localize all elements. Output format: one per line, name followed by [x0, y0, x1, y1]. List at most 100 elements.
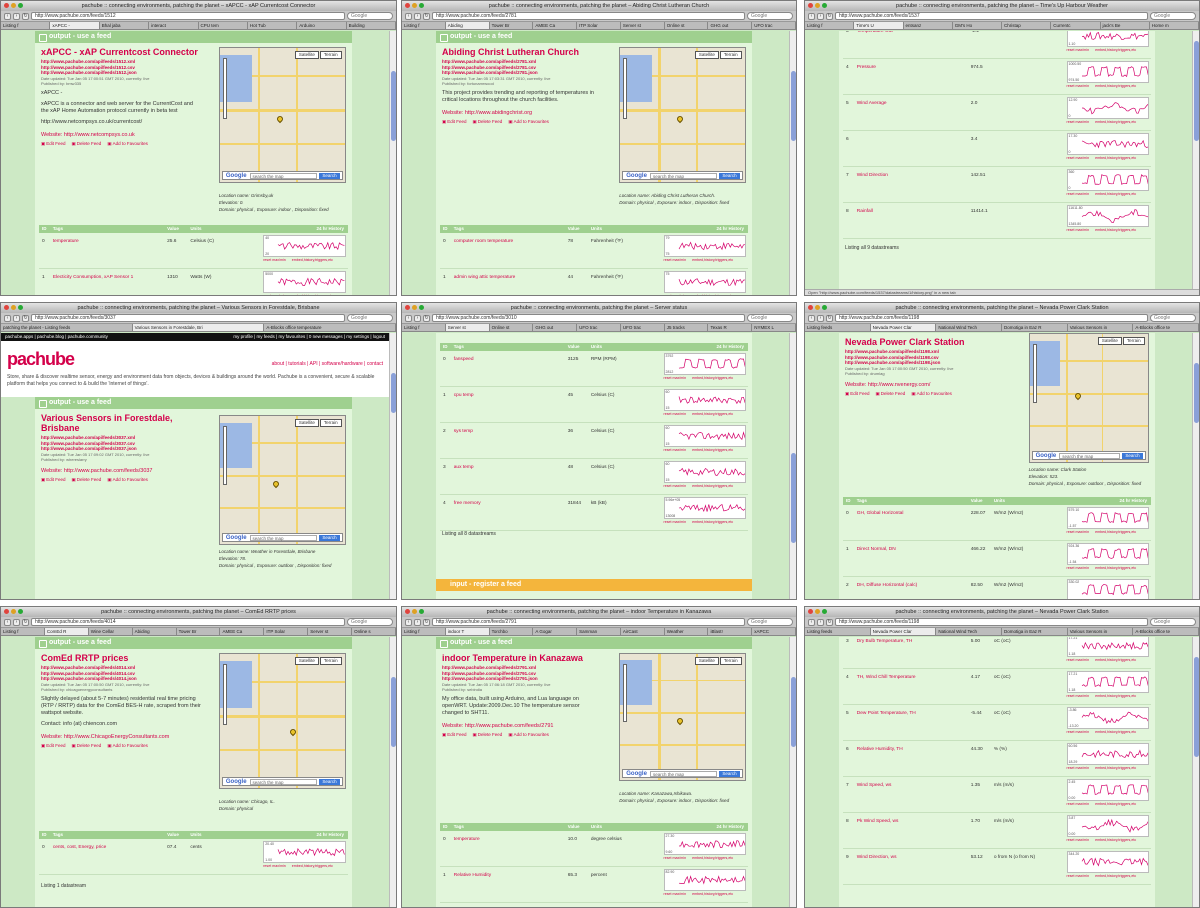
map-search-button[interactable]: Search	[719, 770, 740, 777]
map-terrain-button[interactable]: Terrain	[319, 419, 342, 427]
browser-tab[interactable]: Listing f	[1, 22, 51, 29]
map-zoom-control[interactable]	[623, 58, 628, 120]
close-icon[interactable]	[405, 305, 410, 310]
scrollbar-thumb[interactable]	[1194, 363, 1199, 423]
browser-tab[interactable]: Tower Br	[489, 22, 534, 29]
browser-tab[interactable]: National Wind Tech	[936, 628, 1003, 635]
website-link[interactable]: http://www.pachube.com/feeds/2791	[465, 723, 554, 729]
history-sparkline[interactable]: 75	[663, 271, 746, 293]
edit-icon[interactable]: ▣	[41, 141, 45, 146]
favourite-icon[interactable]: ▣	[911, 391, 915, 396]
vertical-scrollbar[interactable]	[1192, 637, 1199, 907]
browser-tab[interactable]: jack's Be	[1100, 22, 1150, 29]
cell-tag[interactable]: Wind Speed, ws	[854, 777, 968, 812]
history-sparkline[interactable]: 924.36 -1.54	[1066, 543, 1149, 565]
edit-feed-link[interactable]: Edit Feed	[46, 743, 65, 748]
edit-icon[interactable]: ▣	[442, 119, 446, 124]
history-sparkline[interactable]: 2.45 0.00	[1066, 779, 1149, 801]
address-bar[interactable]: http://www.pachube.com/feeds/4014	[31, 618, 345, 626]
cell-tag[interactable]: Relative Humidity, TH	[854, 741, 968, 776]
sparkline-links[interactable]: reset max/min embed,history,triggers,etc	[664, 448, 734, 452]
browser-tab[interactable]: Tower Br	[176, 628, 221, 635]
browser-tab[interactable]: interact	[149, 22, 199, 29]
map-satellite-button[interactable]: Satellite	[294, 419, 319, 427]
zoom-icon[interactable]	[419, 3, 424, 8]
cell-tag[interactable]: Pressure	[854, 59, 968, 94]
browser-tab[interactable]: Online st	[664, 22, 709, 29]
back-icon[interactable]: ‹	[808, 618, 815, 626]
map-search-input[interactable]: search the map	[649, 770, 718, 777]
address-bar[interactable]: http://www.pachube.com/feeds/1512	[31, 12, 345, 20]
sparkline-links[interactable]: reset max/min embed,history,triggers,etc	[1067, 530, 1137, 534]
map-zoom-control[interactable]	[623, 664, 628, 722]
website-link[interactable]: http://www.pachube.com/feeds/3037	[64, 468, 153, 474]
scrollbar-thumb[interactable]	[1194, 41, 1199, 141]
history-sparkline[interactable]: 3792 2812	[663, 353, 746, 375]
forward-icon[interactable]: ›	[13, 12, 20, 20]
close-icon[interactable]	[4, 305, 9, 310]
sparkline-links[interactable]: reset max/min embed,history,triggers,etc	[1067, 48, 1137, 52]
browser-tab[interactable]: Abiding	[132, 628, 177, 635]
forward-icon[interactable]: ›	[817, 12, 824, 20]
minimize-icon[interactable]	[11, 305, 16, 310]
feed-location-map[interactable]: Satellite Terrain Google search the map Sear…	[619, 47, 746, 183]
browser-tab[interactable]: NYMEX L	[752, 324, 796, 331]
cell-tag[interactable]: Pk Wind Speed, ws	[854, 813, 968, 848]
back-icon[interactable]: ‹	[808, 12, 815, 20]
website-link[interactable]: http://www.abidingchrist.org	[465, 110, 532, 116]
map-search-input[interactable]: search the map	[649, 172, 718, 179]
edit-icon[interactable]: ▣	[41, 477, 45, 482]
browser-tab[interactable]: National Wind Tech	[936, 324, 1003, 331]
browser-tab[interactable]: Bhal jaba	[99, 22, 150, 29]
feed-location-map[interactable]: Satellite Terrain Google search the map Sear…	[218, 653, 346, 789]
history-sparkline[interactable]: 17.21 1.18	[1066, 671, 1149, 693]
browser-tab[interactable]: xAPCC	[752, 628, 796, 635]
browser-tab[interactable]: Listing feeds	[805, 324, 871, 331]
map-satellite-button[interactable]: Satellite	[694, 657, 719, 665]
scrollbar-thumb[interactable]	[791, 677, 796, 747]
website-link[interactable]: http://www.nvenergy.com/	[868, 382, 931, 388]
sparkline-links[interactable]: reset max/min embed,history,triggers,etc	[664, 856, 734, 860]
browser-tab[interactable]: Server st	[620, 22, 665, 29]
browser-tab[interactable]: Various Sensors in	[1067, 324, 1134, 331]
feed-location-map[interactable]: Satellite Terrain Google search the map Sear…	[218, 415, 346, 545]
forward-icon[interactable]: ›	[414, 314, 421, 322]
vertical-scrollbar[interactable]	[789, 333, 796, 599]
sparkline-links[interactable]: reset max/min embed,history,triggers,etc	[664, 258, 734, 262]
address-bar[interactable]: http://www.pachube.com/feeds/1198	[835, 618, 1148, 626]
browser-tab[interactable]: A-Blocks office te	[1133, 324, 1199, 331]
reload-icon[interactable]: ↻	[22, 618, 29, 626]
cell-tag[interactable]: aux temp	[451, 459, 565, 494]
delete-feed-link[interactable]: Delete Feed	[77, 477, 102, 482]
browser-tab[interactable]: A-Blocks office te	[1133, 628, 1199, 635]
cell-tag[interactable]: Dry Bulb Temperature, TH	[854, 637, 968, 668]
browser-tab[interactable]: Hot Tub	[247, 22, 298, 29]
delete-icon[interactable]: ▣	[473, 732, 477, 737]
cell-tag[interactable]: fanspeed	[451, 351, 565, 386]
address-bar[interactable]: http://www.pachube.com/feeds/3037	[31, 314, 345, 322]
browser-tab[interactable]: GM's Ho	[952, 22, 1002, 29]
scrollbar-thumb[interactable]	[391, 677, 396, 747]
map-search-input[interactable]: search the map	[249, 172, 318, 179]
cell-tag[interactable]: Rainfall	[854, 203, 968, 238]
browser-tab[interactable]: Nevada Power Clar	[870, 628, 937, 635]
browser-tab[interactable]: Listing f	[1, 628, 45, 635]
back-icon[interactable]: ‹	[405, 314, 412, 322]
favourite-icon[interactable]: ▣	[107, 477, 111, 482]
map-search-button[interactable]: Search	[319, 778, 340, 785]
map-satellite-button[interactable]: Satellite	[294, 657, 319, 665]
history-sparkline[interactable]: -3.86 -13.20	[1066, 707, 1149, 729]
browser-tab[interactable]: Samman	[577, 628, 621, 635]
scrollbar-thumb[interactable]	[1194, 657, 1199, 757]
sparkline-links[interactable]: reset max/min embed,history,triggers,etc	[1067, 838, 1137, 842]
history-sparkline[interactable]: 79 75	[663, 235, 746, 257]
browser-tab[interactable]: ITP Solar	[264, 628, 309, 635]
add-favourites-link[interactable]: Add to Favourites	[113, 141, 148, 146]
scrollbar-thumb[interactable]	[791, 71, 796, 141]
browser-tab[interactable]: Listing feeds	[805, 628, 871, 635]
edit-feed-link[interactable]: Edit Feed	[447, 732, 466, 737]
sparkline-links[interactable]: reset max/min embed,history,triggers,etc	[664, 294, 734, 295]
delete-feed-link[interactable]: Delete Feed	[478, 119, 503, 124]
browser-tab[interactable]: GHG out	[533, 324, 578, 331]
browser-tab[interactable]: patching the planet - Listing feeds	[1, 324, 133, 331]
